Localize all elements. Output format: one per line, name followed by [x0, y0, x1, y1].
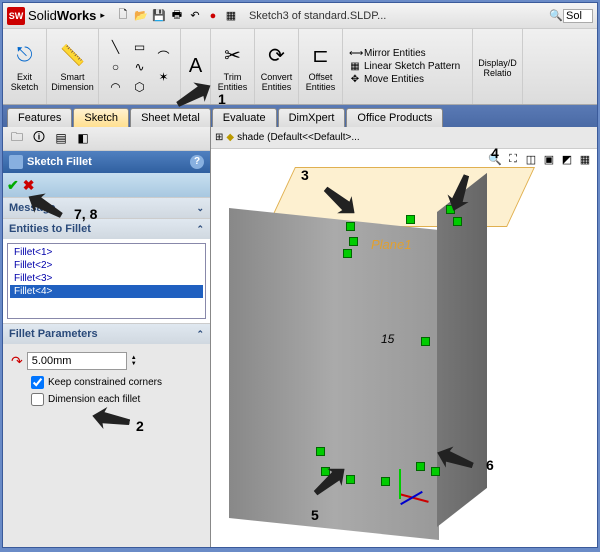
- convert-icon[interactable]: ⟳: [268, 42, 285, 70]
- save-button[interactable]: 💾: [151, 8, 167, 24]
- annotation-number: 6: [486, 457, 494, 473]
- trim-label: Trim Entities: [215, 72, 250, 92]
- annotation-number: 4: [491, 145, 499, 161]
- tab-office-products[interactable]: Office Products: [346, 108, 443, 127]
- part-icon: ◆: [226, 132, 234, 143]
- property-manager-title: Sketch Fillet ?: [3, 151, 210, 173]
- print-button[interactable]: 🖶: [169, 8, 185, 24]
- config-tab[interactable]: ▤: [51, 129, 71, 147]
- cancel-button[interactable]: ✖: [23, 177, 35, 194]
- graphics-viewport[interactable]: ⊞ ◆ shade (Default<<Default>... 🔍 ⛶ ◫ ▣ …: [211, 127, 597, 547]
- line-tool[interactable]: ╲: [105, 38, 127, 56]
- exit-sketch-icon[interactable]: ⎋: [17, 42, 33, 70]
- offset-icon[interactable]: ⊏: [312, 42, 329, 70]
- pattern-button[interactable]: Linear Sketch Pattern: [364, 61, 460, 72]
- tree-expand-icon[interactable]: ⊞: [215, 132, 223, 143]
- spline-tool[interactable]: ∿: [129, 58, 151, 76]
- annotation-number: 1: [218, 91, 226, 107]
- radius-spinner[interactable]: ▲▼: [131, 355, 137, 367]
- radius-input[interactable]: [27, 352, 127, 370]
- options-button[interactable]: ▦: [223, 8, 239, 24]
- plane-label: Plane1: [371, 237, 411, 252]
- move-button[interactable]: Move Entities: [364, 74, 424, 85]
- radius-icon: ↷: [11, 353, 23, 370]
- trim-icon[interactable]: ✂: [224, 42, 241, 70]
- pattern-icon: ▦: [349, 61, 361, 72]
- keep-corners-label: Keep constrained corners: [48, 377, 162, 388]
- undo-button[interactable]: ↶: [187, 8, 203, 24]
- exit-sketch-label: Exit Sketch: [7, 72, 42, 92]
- convert-label: Convert Entities: [259, 72, 294, 92]
- annotation-number: 3: [301, 167, 309, 183]
- entities-section-header[interactable]: Entities to Fillet⌃: [3, 219, 210, 239]
- list-item[interactable]: Fillet<1>: [10, 246, 203, 259]
- list-item[interactable]: Fillet<4>: [10, 285, 203, 298]
- app-title: SolidWorks: [28, 8, 96, 23]
- list-item[interactable]: Fillet<3>: [10, 272, 203, 285]
- chevron-down-icon: ⌄: [196, 203, 204, 214]
- help-icon[interactable]: ?: [190, 155, 204, 169]
- new-button[interactable]: 🗋: [115, 8, 131, 24]
- arc-tool[interactable]: ◠: [105, 78, 127, 96]
- search-input[interactable]: [563, 9, 593, 23]
- tab-sheet-metal[interactable]: Sheet Metal: [130, 108, 211, 127]
- text-tool-icon[interactable]: A: [189, 53, 202, 81]
- params-section-header[interactable]: Fillet Parameters⌃: [3, 324, 210, 344]
- search-icon: 🔍: [549, 9, 563, 22]
- offset-label: Offset Entities: [303, 72, 338, 92]
- open-button[interactable]: 📂: [133, 8, 149, 24]
- annotation-number: 7, 8: [74, 206, 97, 222]
- tab-evaluate[interactable]: Evaluate: [212, 108, 277, 127]
- model-geometry: Plane1 15: [221, 157, 581, 537]
- mirror-button[interactable]: Mirror Entities: [364, 48, 426, 59]
- fillet-tool[interactable]: ⌒: [153, 48, 175, 66]
- sketch-tools-group: ╲ ○ ◠ ▭ ∿ ⬡ ⌒ ✶: [99, 29, 181, 104]
- tree-root-label[interactable]: shade (Default<<Default>...: [237, 132, 360, 143]
- tab-sketch[interactable]: Sketch: [73, 108, 129, 127]
- circle-tool[interactable]: ○: [105, 58, 127, 76]
- fillet-header-icon: [9, 155, 23, 169]
- document-title: Sketch3 of standard.SLDP...: [249, 10, 386, 22]
- rectangle-tool[interactable]: ▭: [129, 38, 151, 56]
- chevron-up-icon: ⌃: [196, 224, 204, 235]
- mirror-icon: ⟷: [349, 48, 361, 59]
- annotation-number: 2: [136, 418, 144, 434]
- property-tab[interactable]: 🛈: [29, 129, 49, 147]
- move-icon: ✥: [349, 74, 361, 85]
- point-tool[interactable]: ✶: [153, 68, 175, 86]
- keep-corners-checkbox[interactable]: [31, 376, 44, 389]
- dimension-each-label: Dimension each fillet: [48, 394, 140, 405]
- chevron-up-icon: ⌃: [196, 329, 204, 340]
- dimension-label[interactable]: 15: [381, 332, 394, 346]
- display-tab[interactable]: ◧: [73, 129, 93, 147]
- fillet-entities-list[interactable]: Fillet<1> Fillet<2> Fillet<3> Fillet<4>: [7, 243, 206, 319]
- display-label[interactable]: Display/D Relatio: [477, 58, 518, 78]
- ok-button[interactable]: ✔: [7, 177, 19, 194]
- list-item[interactable]: Fillet<2>: [10, 259, 203, 272]
- smart-dimension-icon[interactable]: 📏: [60, 42, 85, 70]
- tab-features[interactable]: Features: [7, 108, 72, 127]
- app-logo: SW: [7, 7, 25, 25]
- dimension-each-checkbox[interactable]: [31, 393, 44, 406]
- feature-tree-tab[interactable]: 🗀: [7, 129, 27, 147]
- polygon-tool[interactable]: ⬡: [129, 78, 151, 96]
- annotation-number: 5: [311, 507, 319, 523]
- rebuild-icon[interactable]: ●: [205, 8, 221, 24]
- smart-dimension-label: Smart Dimension: [51, 72, 94, 92]
- title-dropdown-icon[interactable]: ▸: [100, 10, 105, 21]
- tab-dimxpert[interactable]: DimXpert: [278, 108, 346, 127]
